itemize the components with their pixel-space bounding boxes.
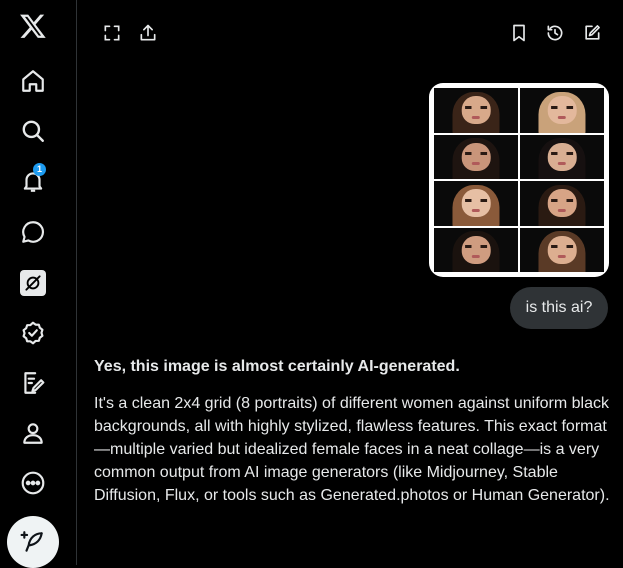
notifications-badge: 1 bbox=[33, 163, 46, 176]
portrait-8 bbox=[520, 227, 604, 272]
portrait-7 bbox=[434, 227, 518, 272]
history-icon[interactable] bbox=[543, 21, 567, 45]
bookmark-icon[interactable] bbox=[507, 21, 531, 45]
new-chat-icon[interactable] bbox=[580, 21, 604, 45]
response-body: It's a clean 2x4 grid (8 portraits) of d… bbox=[94, 395, 610, 504]
portrait-grid bbox=[434, 88, 604, 272]
grok-icon[interactable] bbox=[17, 267, 49, 299]
home-icon[interactable] bbox=[17, 65, 49, 97]
feather-plus-icon bbox=[20, 531, 43, 552]
profile-icon[interactable] bbox=[17, 417, 49, 449]
more-options-icon[interactable] bbox=[17, 467, 49, 499]
share-icon[interactable] bbox=[136, 21, 160, 45]
messages-icon[interactable] bbox=[17, 216, 49, 248]
portrait-4 bbox=[520, 134, 604, 179]
image-attachment[interactable] bbox=[429, 83, 609, 277]
expand-icon[interactable] bbox=[100, 21, 124, 45]
compose-post-button[interactable] bbox=[7, 516, 59, 568]
notifications-bell-icon[interactable]: 1 bbox=[17, 163, 49, 197]
portrait-1 bbox=[434, 88, 518, 133]
response-heading: Yes, this image is almost certainly AI-g… bbox=[94, 358, 460, 375]
portrait-2 bbox=[520, 88, 604, 133]
portrait-6 bbox=[520, 181, 604, 226]
sidebar-nav: 1 bbox=[0, 0, 77, 568]
articles-compose-icon[interactable] bbox=[17, 367, 49, 399]
user-message-bubble: is this ai? bbox=[510, 287, 608, 329]
x-logo-icon[interactable] bbox=[17, 10, 49, 42]
portrait-3 bbox=[434, 134, 518, 179]
explore-search-icon[interactable] bbox=[17, 115, 49, 147]
verified-badge-icon[interactable] bbox=[17, 317, 49, 349]
portrait-5 bbox=[434, 181, 518, 226]
